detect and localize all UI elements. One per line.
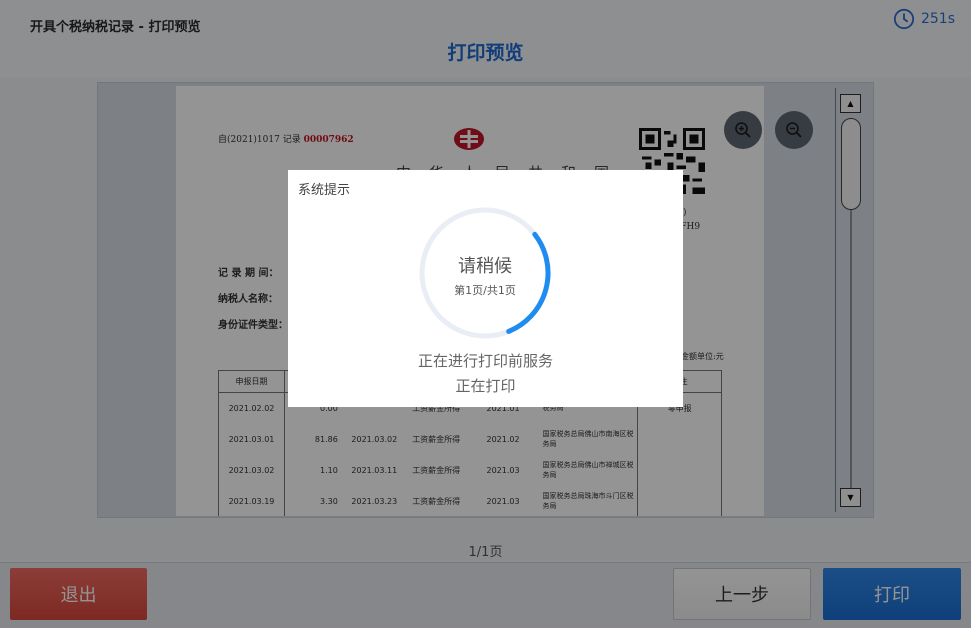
dialog-title: 系统提示	[298, 183, 351, 198]
status-message-secondary: 正在打印	[455, 377, 516, 395]
system-prompt-dialog: 系统提示 请稍候 第1页/共1页 正在进行打印前服务 正在打印	[288, 170, 683, 407]
please-wait-label: 请稍候	[458, 256, 512, 277]
page-progress-label: 第1页/共1页	[454, 284, 516, 297]
status-message-primary: 正在进行打印前服务	[417, 352, 553, 370]
